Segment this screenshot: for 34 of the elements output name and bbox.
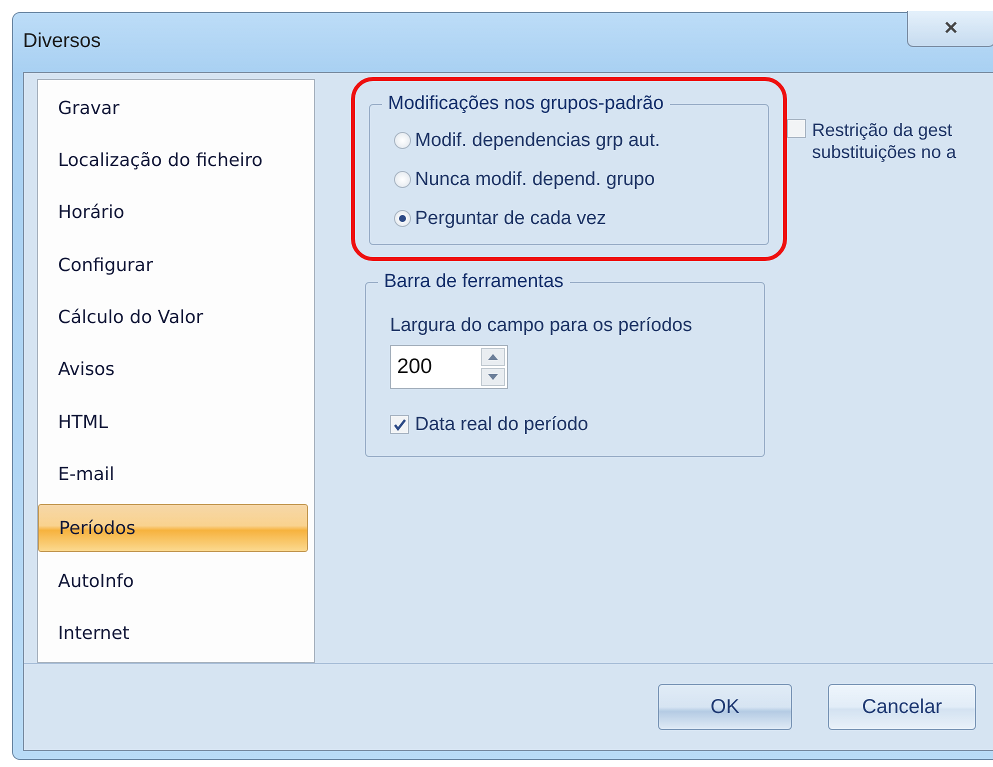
category-item[interactable]: Gravar <box>38 82 308 134</box>
category-item[interactable]: E-mail <box>38 448 308 501</box>
close-button[interactable]: ✕ <box>907 10 993 46</box>
group-title: Barra de ferramentas <box>383 271 565 293</box>
dialog-button[interactable]: Cancelar <box>828 684 976 730</box>
radio-option[interactable]: Perguntar de cada vez <box>394 199 754 238</box>
field-label: Largura do campo para os períodos <box>390 315 694 337</box>
group-title: Modificações nos grupos-padrão <box>387 93 665 115</box>
checkbox-option[interactable]: Data real do período <box>390 405 750 444</box>
checkmark-icon <box>392 418 406 432</box>
dialog-button[interactable]: OK <box>658 684 792 730</box>
category-item[interactable]: Localização do ficheiro <box>38 134 308 187</box>
checkbox[interactable] <box>787 119 806 138</box>
up-triangle-icon <box>488 354 498 360</box>
spin-up-button[interactable] <box>481 348 505 366</box>
radio-option[interactable]: Nunca modif. depend. grupo <box>394 160 754 199</box>
category-item[interactable]: Internet <box>38 608 308 660</box>
window-title: Diversos <box>23 30 101 53</box>
category-item[interactable]: Cálculo do Valor <box>38 291 308 344</box>
category-item[interactable]: HTML <box>38 396 308 448</box>
radio-icon[interactable] <box>394 132 411 149</box>
category-item[interactable]: Configurar <box>38 239 308 292</box>
checkbox[interactable] <box>390 415 409 434</box>
category-item[interactable]: Avisos <box>38 344 308 396</box>
category-item[interactable]: AutoInfo <box>38 555 308 608</box>
radio-icon[interactable] <box>394 210 411 227</box>
down-triangle-icon <box>488 374 498 380</box>
radio-icon[interactable] <box>394 171 411 188</box>
radio-option[interactable]: Modif. dependencias grp aut. <box>394 121 754 160</box>
spin-down-button[interactable] <box>481 368 505 386</box>
category-item[interactable]: Períodos <box>38 504 308 552</box>
category-item[interactable]: Horário <box>38 186 308 240</box>
number-spinner[interactable]: 200 <box>390 345 508 389</box>
checkbox-label: Restrição da gest substituições no a <box>812 119 956 163</box>
